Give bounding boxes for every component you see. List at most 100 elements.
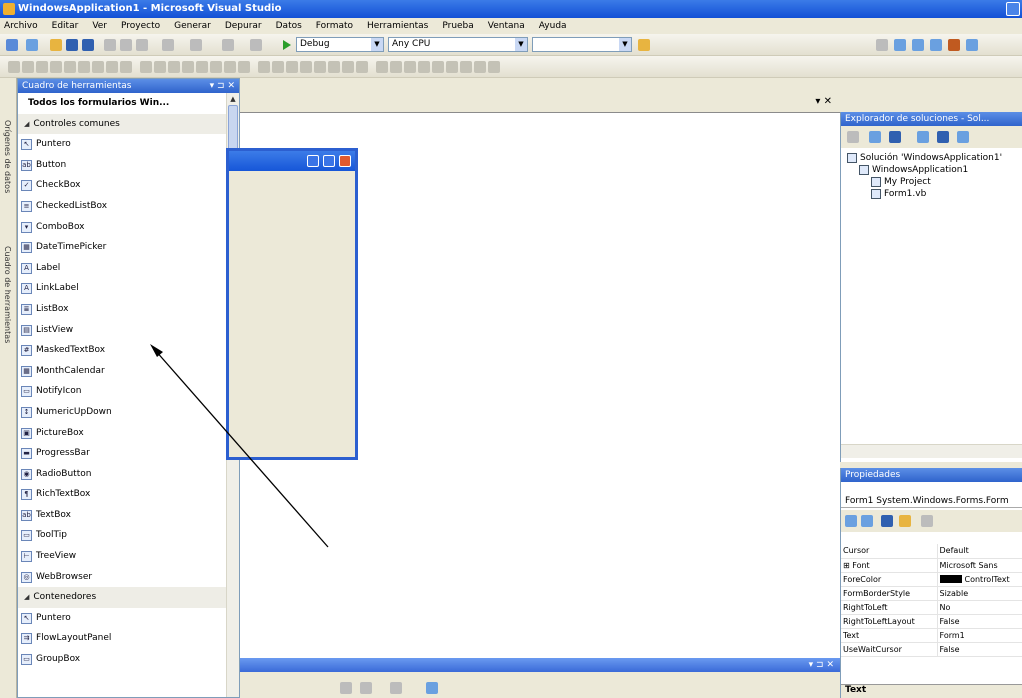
start-page-icon[interactable]	[966, 39, 978, 51]
layout-tool-icon[interactable]	[314, 61, 326, 73]
add-item-icon[interactable]	[26, 39, 38, 51]
layout-tool-icon[interactable]	[50, 61, 62, 73]
menu-item[interactable]: Ventana	[488, 21, 525, 31]
layout-tool-icon[interactable]	[446, 61, 458, 73]
toolbox-item[interactable]: ▾ ComboBox	[18, 217, 226, 238]
menu-item[interactable]: Generar	[174, 21, 211, 31]
toolbox-item[interactable]: A Label	[18, 258, 226, 279]
layout-tool-icon[interactable]	[210, 61, 222, 73]
property-row[interactable]: ForeColor ControlText	[841, 572, 1022, 587]
property-value[interactable]: No	[936, 600, 1022, 615]
layout-tool-icon[interactable]	[64, 61, 76, 73]
copy-icon[interactable]	[120, 39, 132, 51]
layout-tool-icon[interactable]	[238, 61, 250, 73]
layout-tool-icon[interactable]	[36, 61, 48, 73]
navigate-forward-icon[interactable]	[250, 39, 262, 51]
property-value[interactable]: Default	[936, 544, 1022, 559]
layout-tool-icon[interactable]	[286, 61, 298, 73]
menu-item[interactable]: Datos	[276, 21, 302, 31]
redo-icon[interactable]	[190, 39, 202, 51]
menu-item[interactable]: Formato	[316, 21, 353, 31]
find-combo[interactable]: ▼	[532, 37, 632, 52]
categorized-icon[interactable]	[845, 515, 857, 527]
tray-icon[interactable]	[340, 682, 352, 694]
layout-tool-icon[interactable]	[8, 61, 20, 73]
object-browser-icon[interactable]	[930, 39, 942, 51]
toolbox-item[interactable]: ab Button	[18, 155, 226, 176]
navigate-back-icon[interactable]	[222, 39, 234, 51]
layout-tool-icon[interactable]	[432, 61, 444, 73]
panel-pin-icon[interactable]: ▾ ⊐ ✕	[809, 658, 834, 672]
refresh-icon[interactable]	[889, 131, 901, 143]
class-diagram-icon[interactable]	[957, 131, 969, 143]
layout-tool-icon[interactable]	[22, 61, 34, 73]
layout-tool-icon[interactable]	[140, 61, 152, 73]
property-value[interactable]: False	[936, 614, 1022, 629]
property-row[interactable]: UseWaitCursor False	[841, 642, 1022, 657]
layout-tool-icon[interactable]	[390, 61, 402, 73]
data-sources-tab[interactable]: Orígenes de datos	[3, 120, 12, 193]
save-icon[interactable]	[66, 39, 78, 51]
find-in-files-icon[interactable]	[638, 39, 650, 51]
show-all-files-icon[interactable]	[869, 131, 881, 143]
menu-item[interactable]: Ayuda	[539, 21, 567, 31]
paste-icon[interactable]	[136, 39, 148, 51]
property-value[interactable]: False	[936, 642, 1022, 657]
toolbox-item[interactable]: ▣ PictureBox	[18, 423, 226, 444]
toolbox-item[interactable]: ↕ NumericUpDown	[18, 402, 226, 423]
property-row[interactable]: ⊞ Font Microsoft Sans	[841, 558, 1022, 573]
toolbox-item[interactable]: ¶ RichTextBox	[18, 484, 226, 505]
toolbox-item[interactable]: ↖ Puntero	[18, 608, 226, 629]
layout-tool-icon[interactable]	[300, 61, 312, 73]
solution-configuration-combo[interactable]: Debug ▼	[296, 37, 384, 52]
window-control-button[interactable]	[1006, 2, 1020, 16]
layout-tool-icon[interactable]	[272, 61, 284, 73]
tray-icon[interactable]	[360, 682, 372, 694]
layout-tool-icon[interactable]	[224, 61, 236, 73]
new-project-icon[interactable]	[6, 39, 18, 51]
layout-tool-icon[interactable]	[488, 61, 500, 73]
toolbox-icon[interactable]	[948, 39, 960, 51]
layout-tool-icon[interactable]	[376, 61, 388, 73]
layout-tool-icon[interactable]	[78, 61, 90, 73]
solution-tree-node[interactable]: Form1.vb	[847, 188, 1002, 200]
property-value[interactable]: Microsoft Sans	[936, 558, 1022, 573]
events-icon[interactable]	[899, 515, 911, 527]
form1-client-area[interactable]	[229, 171, 355, 457]
toolbox-item[interactable]: ↖ Puntero	[18, 134, 226, 155]
toolbox-item[interactable]: ▭ ToolTip	[18, 525, 226, 546]
toolbox-item[interactable]: ◉ RadioButton	[18, 464, 226, 485]
properties-window-icon[interactable]	[912, 39, 924, 51]
toolbox-item[interactable]: ≣ ListBox	[18, 299, 226, 320]
properties-icon[interactable]	[847, 131, 859, 143]
layout-tool-icon[interactable]	[196, 61, 208, 73]
undo-icon[interactable]	[162, 39, 174, 51]
close-document-icon[interactable]: ▾ ✕	[815, 96, 832, 107]
solution-tree-node[interactable]: Solución 'WindowsApplication1'	[847, 152, 1002, 164]
toolbox-item[interactable]: ▬ ProgressBar	[18, 443, 226, 464]
solution-explorer-icon[interactable]	[894, 39, 906, 51]
property-value[interactable]: ControlText	[936, 572, 1022, 587]
layout-tool-icon[interactable]	[418, 61, 430, 73]
alphabetical-icon[interactable]	[861, 515, 873, 527]
property-row[interactable]: RightToLeftLayout False	[841, 614, 1022, 629]
menu-item[interactable]: Archivo	[4, 21, 38, 31]
save-all-icon[interactable]	[82, 39, 94, 51]
menu-item[interactable]: Proyecto	[121, 21, 160, 31]
properties-view-icon[interactable]	[881, 515, 893, 527]
toolbox-group-header[interactable]: ◢ Controles comunes	[18, 113, 226, 135]
toolbox-item[interactable]: ⇉ FlowLayoutPanel	[18, 628, 226, 649]
tray-icon[interactable]	[390, 682, 402, 694]
toolbox-window-controls[interactable]: ▾ ⊐ ✕	[210, 79, 235, 93]
open-folder-icon[interactable]	[50, 39, 62, 51]
toolbox-item[interactable]: A LinkLabel	[18, 278, 226, 299]
view-designer-icon[interactable]	[937, 131, 949, 143]
layout-tool-icon[interactable]	[168, 61, 180, 73]
property-row[interactable]: RightToLeft No	[841, 600, 1022, 615]
layout-tool-icon[interactable]	[460, 61, 472, 73]
layout-tool-icon[interactable]	[474, 61, 486, 73]
view-code-icon[interactable]	[917, 131, 929, 143]
toolbox-item[interactable]: ab TextBox	[18, 505, 226, 526]
toolbox-item[interactable]: ◎ WebBrowser	[18, 567, 226, 588]
toolbox-item[interactable]: ▤ ListView	[18, 320, 226, 341]
